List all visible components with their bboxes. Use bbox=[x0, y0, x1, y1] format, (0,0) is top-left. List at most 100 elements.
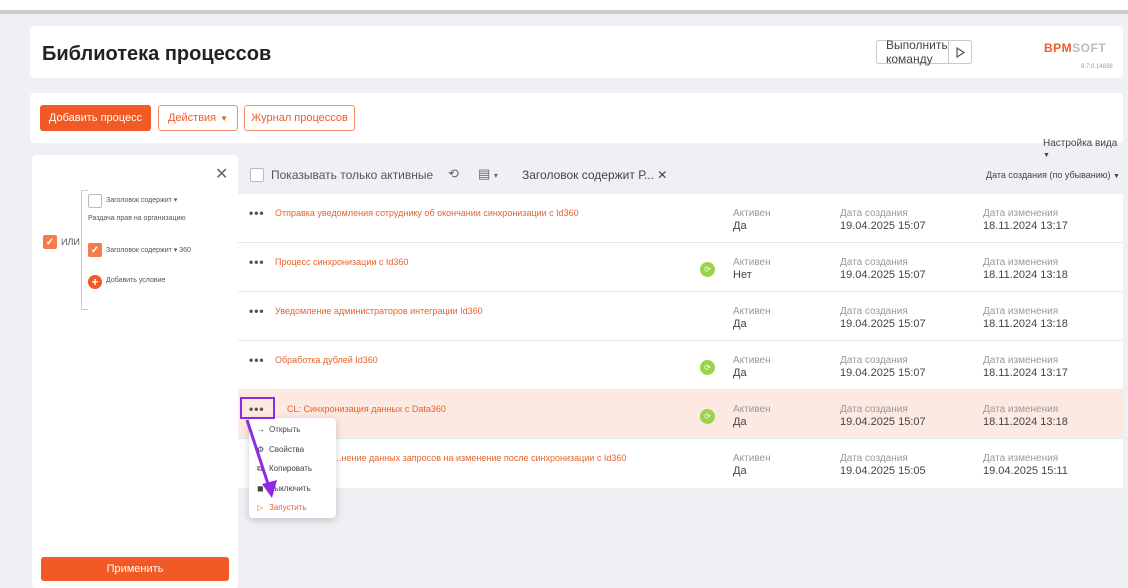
menu-item-properties[interactable]: ⚙ Свойства bbox=[257, 445, 304, 454]
view-settings-label: Настройка вида bbox=[1043, 138, 1118, 149]
modified-value: 18.11.2024 13:18 bbox=[983, 416, 1068, 428]
group-bracket bbox=[81, 190, 88, 310]
created-value: 19.04.2025 15:07 bbox=[840, 367, 926, 379]
add-condition-link[interactable]: Добавить условие bbox=[106, 277, 165, 284]
list-controls: Показывать только активные ⟲ ▤ ▾ Заголов… bbox=[250, 164, 1120, 186]
active-label: Активен bbox=[733, 208, 771, 219]
list-item[interactable]: ••• Обработка дублей Id360 ⟳ Активен Да … bbox=[238, 341, 1123, 390]
condition-2-label[interactable]: Заголовок содержит ▾ 360 bbox=[106, 246, 191, 254]
sync-badge-icon: ⟳ bbox=[700, 360, 715, 375]
only-active-checkbox[interactable] bbox=[250, 168, 264, 182]
close-icon[interactable]: ✕ bbox=[215, 164, 228, 184]
process-name[interactable]: Отправка уведомления сотруднику об оконч… bbox=[275, 208, 579, 218]
condition-1-label[interactable]: Заголовок содержит ▾ bbox=[106, 196, 177, 204]
modified-label: Дата изменения bbox=[983, 257, 1059, 268]
created-label: Дата создания bbox=[840, 257, 908, 268]
active-label: Активен bbox=[733, 453, 771, 464]
page-header: Библиотека процессов Выполнить команду B… bbox=[30, 26, 1123, 78]
row-menu-icon[interactable]: ••• bbox=[249, 206, 265, 220]
process-name[interactable]: Процесс синхронизации с Id360 bbox=[275, 257, 408, 267]
row-menu-icon[interactable]: ••• bbox=[249, 255, 265, 269]
page-title: Библиотека процессов bbox=[42, 43, 272, 65]
modified-value: 18.11.2024 13:17 bbox=[983, 367, 1068, 379]
refresh-icon[interactable]: ⟲ bbox=[448, 166, 459, 182]
play-icon bbox=[956, 46, 965, 58]
filter-tag[interactable]: Заголовок содержит Р... ✕ bbox=[522, 168, 667, 182]
list-item[interactable]: ••• Уведомление администраторов интеграц… bbox=[238, 292, 1123, 341]
context-menu: → Открыть ⚙ Свойства ⧉ Копировать ◼ Выключит… bbox=[249, 418, 336, 518]
created-label: Дата создания bbox=[840, 208, 908, 219]
created-label: Дата создания bbox=[840, 355, 908, 366]
apply-button[interactable]: Применить bbox=[41, 557, 229, 581]
condition-1-value[interactable]: Раздача прав на организацию bbox=[88, 215, 186, 222]
modified-value: 18.11.2024 13:18 bbox=[983, 318, 1068, 330]
add-condition-icon[interactable]: + bbox=[88, 275, 102, 289]
condition-1-checkbox[interactable] bbox=[88, 194, 102, 208]
menu-item-run[interactable]: ▷ Запустить bbox=[257, 503, 307, 512]
list-item[interactable]: ••• Процесс синхронизации с Id360 ⟳ Акти… bbox=[238, 243, 1123, 292]
created-label: Дата создания bbox=[840, 453, 908, 464]
command-placeholder: Выполнить команду bbox=[886, 38, 948, 66]
process-name[interactable]: Уведомление администраторов интеграции I… bbox=[275, 306, 483, 316]
actions-label: Действия bbox=[167, 112, 217, 124]
view-settings-button[interactable]: Настройка вида ▼ bbox=[1043, 138, 1123, 160]
created-value: 19.04.2025 15:07 bbox=[840, 416, 926, 428]
chevron-down-icon: ▼ bbox=[1043, 152, 1050, 159]
modified-label: Дата изменения bbox=[983, 355, 1059, 366]
condition-2-checkbox[interactable]: ✓ bbox=[88, 243, 102, 257]
arrow-right-icon: → bbox=[257, 425, 265, 434]
created-value: 19.04.2025 15:07 bbox=[840, 318, 926, 330]
group-operator: ИЛИ bbox=[61, 237, 80, 247]
active-label: Активен bbox=[733, 257, 771, 268]
toolbar: Добавить процесс Действия ▼ Журнал проце… bbox=[30, 93, 1123, 159]
only-active-label: Показывать только активные bbox=[271, 168, 434, 182]
sort-dropdown[interactable]: Дата создания (по убыванию) ▼ bbox=[986, 170, 1120, 180]
modified-value: 18.11.2024 13:18 bbox=[983, 269, 1068, 281]
active-value: Да bbox=[733, 220, 747, 232]
list-item-selected[interactable]: ••• CL: Синхронизация данных с Data360 ⟳… bbox=[238, 390, 1123, 439]
modified-label: Дата изменения bbox=[983, 453, 1059, 464]
active-value: Да bbox=[733, 318, 747, 330]
chevron-down-icon: ▼ bbox=[220, 113, 229, 123]
active-label: Активен bbox=[733, 404, 771, 415]
active-value: Да bbox=[733, 416, 747, 428]
sync-badge-icon: ⟳ bbox=[700, 409, 715, 424]
command-input[interactable]: Выполнить команду bbox=[876, 38, 972, 66]
remove-filter-icon[interactable]: ✕ bbox=[657, 168, 667, 182]
menu-item-disable[interactable]: ◼ Выключить bbox=[257, 484, 311, 493]
active-value: Да bbox=[733, 367, 747, 379]
chevron-down-icon: ▼ bbox=[1113, 173, 1120, 180]
active-value: Нет bbox=[733, 269, 752, 281]
menu-item-copy[interactable]: ⧉ Копировать bbox=[257, 464, 312, 474]
copy-icon: ⧉ bbox=[257, 464, 263, 473]
row-menu-icon[interactable]: ••• bbox=[249, 353, 265, 367]
journal-button[interactable]: Журнал процессов bbox=[244, 105, 355, 131]
modified-label: Дата изменения bbox=[983, 306, 1059, 317]
created-value: 19.04.2025 15:07 bbox=[840, 269, 926, 281]
group-checkbox[interactable]: ✓ bbox=[43, 235, 57, 249]
list-view-icon[interactable]: ▤ ▾ bbox=[478, 166, 498, 182]
active-label: Активен bbox=[733, 355, 771, 366]
modified-value: 18.11.2024 13:17 bbox=[983, 220, 1068, 232]
list-item[interactable]: ••• Отправка уведомления сотруднику об о… bbox=[238, 194, 1123, 243]
toggle-icon: ◼ bbox=[257, 484, 264, 493]
process-name[interactable]: ...нение данных запросов на изменение по… bbox=[334, 453, 626, 463]
gear-icon: ⚙ bbox=[257, 445, 265, 454]
add-process-button[interactable]: Добавить процесс bbox=[40, 105, 151, 131]
active-value: Да bbox=[733, 465, 747, 477]
run-command-button[interactable] bbox=[947, 41, 971, 63]
sync-badge-icon: ⟳ bbox=[700, 262, 715, 277]
created-label: Дата создания bbox=[840, 306, 908, 317]
process-name[interactable]: CL: Синхронизация данных с Data360 bbox=[287, 404, 446, 414]
menu-item-open[interactable]: → Открыть bbox=[257, 425, 300, 434]
version-label: 8.7.0.14838 bbox=[1081, 64, 1113, 70]
process-name[interactable]: Обработка дублей Id360 bbox=[275, 355, 378, 365]
play-icon: ▷ bbox=[257, 503, 264, 512]
created-value: 19.04.2025 15:05 bbox=[840, 465, 926, 477]
filter-panel: ✕ ✓ ИЛИ Заголовок содержит ▾ Раздача пра… bbox=[32, 155, 238, 588]
logo: BPMSOFT bbox=[1044, 41, 1107, 55]
list-item[interactable]: ...нение данных запросов на изменение по… bbox=[238, 439, 1123, 488]
actions-button[interactable]: Действия ▼ bbox=[158, 105, 238, 131]
row-menu-icon[interactable]: ••• bbox=[249, 304, 265, 318]
top-bar bbox=[0, 0, 1128, 14]
